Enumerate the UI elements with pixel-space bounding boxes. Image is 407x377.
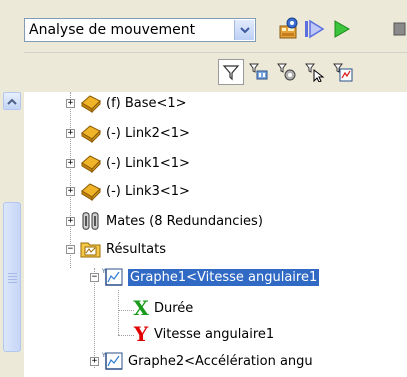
collapse-toggle[interactable]: − <box>90 272 99 282</box>
part-icon <box>81 155 101 173</box>
expand-toggle[interactable]: + <box>66 186 75 196</box>
tree-item-label: (-) Link1<1> <box>106 155 190 171</box>
scroll-thumb[interactable] <box>3 202 21 352</box>
tree-item-label: (f) Base<1> <box>106 95 187 111</box>
part-icon <box>81 95 101 113</box>
tree-item-graph2[interactable]: + Y Graphe2<Accélération angu <box>90 350 313 372</box>
play-icon <box>334 20 351 38</box>
study-type-value: Analyse de mouvement <box>29 22 196 38</box>
tree-item-label: (-) Link3<1> <box>106 183 190 199</box>
filter-animation-icon <box>249 63 268 80</box>
filter-selected-button[interactable] <box>302 59 328 85</box>
expand-toggle[interactable]: + <box>66 216 75 226</box>
part-icon <box>81 125 101 143</box>
x-axis-icon: X <box>133 296 149 320</box>
filter-selected-icon <box>305 63 325 82</box>
tree-item-label: Vitesse angulaire1 <box>154 326 275 342</box>
tree-item-label: Graphe1<Vitesse angulaire1 <box>128 268 320 286</box>
svg-text:Y: Y <box>102 268 106 275</box>
tree-item-label: Graphe2<Accélération angu <box>128 353 313 369</box>
play-from-start-button[interactable] <box>302 17 326 41</box>
expand-toggle[interactable]: + <box>66 158 75 168</box>
expand-toggle[interactable]: + <box>90 356 99 366</box>
filter-driving-button[interactable] <box>274 59 300 85</box>
svg-text:Y: Y <box>102 352 106 359</box>
expand-toggle[interactable]: + <box>66 128 75 138</box>
filter-button[interactable] <box>218 59 244 85</box>
tree-connector <box>118 290 119 335</box>
y-axis-icon: Y <box>133 322 149 346</box>
chevron-up-icon <box>7 98 17 105</box>
tree-item-results[interactable]: − Résultats <box>66 238 166 260</box>
collapse-toggle[interactable]: − <box>66 244 75 254</box>
filter-icon <box>222 65 240 81</box>
scroll-up-button[interactable] <box>3 92 21 110</box>
tree-item-label: Durée <box>154 300 194 316</box>
mates-icon <box>82 212 99 230</box>
results-folder-icon <box>80 242 101 258</box>
filter-results-button[interactable] <box>330 59 356 85</box>
tree-item-link2[interactable]: + (-) Link2<1> <box>66 122 190 144</box>
tree-item-base[interactable]: + (f) Base<1> <box>66 92 187 114</box>
tree-item-y-axis[interactable]: Y Vitesse angulaire1 <box>132 322 275 346</box>
tree-item-link1[interactable]: + (-) Link1<1> <box>66 152 190 174</box>
study-type-select[interactable]: Analyse de mouvement <box>24 18 256 42</box>
graph-icon: Y <box>102 268 123 286</box>
tree-item-label: (-) Link2<1> <box>106 125 190 141</box>
tree-filter-bar <box>24 52 407 92</box>
filter-results-icon <box>333 63 353 82</box>
motion-study-toolbar: Analyse de mouvement <box>0 0 407 52</box>
calculate-button[interactable] <box>276 17 300 41</box>
calculate-icon <box>279 17 298 39</box>
play-from-start-icon <box>305 19 325 39</box>
stop-icon <box>393 22 406 36</box>
graph-icon: Y <box>102 352 123 370</box>
tree-item-label: Mates (8 Redundancies) <box>106 213 263 229</box>
stop-button[interactable] <box>392 17 407 41</box>
play-button[interactable] <box>329 17 353 41</box>
filter-driving-icon <box>277 63 296 81</box>
motion-manager-tree: + (f) Base<1> + (-) Link2<1> + (-) Link1… <box>24 92 407 377</box>
chevron-down-icon[interactable] <box>234 20 254 40</box>
filter-animation-button[interactable] <box>246 59 272 85</box>
vertical-scrollbar[interactable] <box>0 52 24 377</box>
tree-item-label: Résultats <box>106 241 167 257</box>
expand-toggle[interactable]: + <box>66 98 75 108</box>
tree-item-mates[interactable]: + Mates (8 Redundancies) <box>66 210 263 232</box>
part-icon <box>81 183 101 201</box>
tree-item-link3[interactable]: + (-) Link3<1> <box>66 180 190 202</box>
tree-item-graph1[interactable]: − Y Graphe1<Vitesse angulaire1 <box>90 266 320 288</box>
tree-item-x-axis[interactable]: X Durée <box>132 296 194 320</box>
